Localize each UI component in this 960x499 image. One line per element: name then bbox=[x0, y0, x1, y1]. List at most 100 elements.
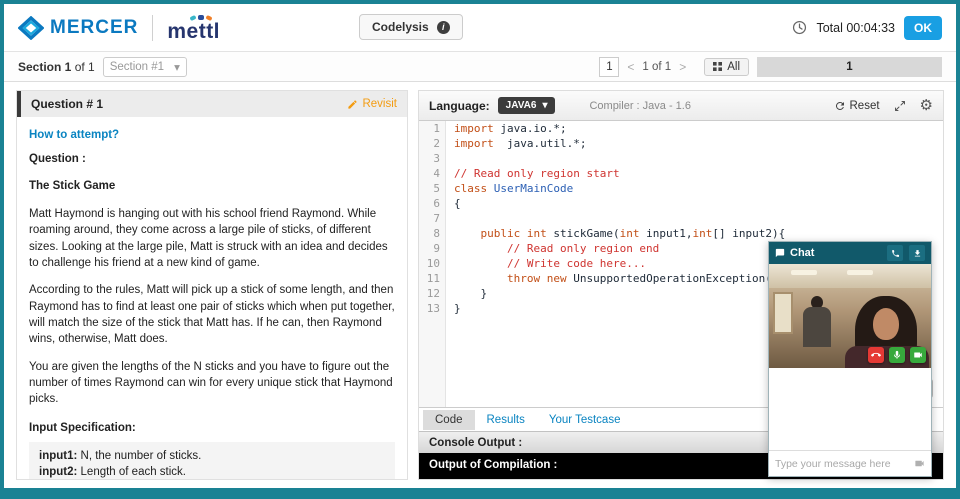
page-of-label: 1 of 1 bbox=[642, 60, 672, 73]
video-person-left-body bbox=[803, 307, 831, 347]
code-line: 5 class UserMainCode bbox=[433, 182, 574, 195]
code-line: 8 public int stickGame(int input1,int[] … bbox=[433, 227, 786, 240]
code-line: 3 bbox=[433, 152, 440, 165]
question-paragraph: Matt Haymond is hanging out with his sch… bbox=[29, 207, 388, 269]
chat-title: Chat bbox=[790, 247, 815, 259]
question-paragraph: You are given the lengths of the N stick… bbox=[29, 360, 393, 406]
section-count-bold: Section 1 bbox=[18, 59, 72, 74]
input-spec-label: Input Specification: bbox=[29, 421, 136, 434]
reset-button[interactable]: Reset bbox=[834, 100, 880, 112]
section-bar: Section 1 of 1 Section #1 ▾ 1 < 1 of 1 >… bbox=[4, 52, 956, 82]
gear-icon[interactable]: ⚙ bbox=[920, 98, 933, 113]
all-label: All bbox=[727, 60, 740, 73]
codelysis-button[interactable]: Codelysis i bbox=[359, 14, 463, 40]
top-header: MERCER mettl Codelysis i Total 00:04:33 … bbox=[4, 4, 956, 52]
chat-bubble-icon bbox=[775, 248, 785, 258]
question-header: Question # 1 Revisit bbox=[17, 91, 407, 117]
editor-tools: Reset ⚙ bbox=[834, 98, 933, 113]
code-line: 6{ bbox=[433, 197, 461, 210]
total-time: Total 00:04:33 bbox=[816, 21, 895, 35]
clock-icon bbox=[792, 20, 807, 35]
input2-label: input2: bbox=[39, 466, 78, 479]
total-time-value: 00:04:33 bbox=[846, 20, 895, 35]
compiler-label: Compiler : Java - 1.6 bbox=[589, 99, 691, 112]
language-label: Language: bbox=[429, 98, 490, 113]
question-palette-item[interactable]: 1 bbox=[846, 61, 852, 73]
section-dropdown-value: Section #1 bbox=[109, 60, 165, 73]
video-scene-ceiling bbox=[769, 264, 931, 288]
tab-your-testcase[interactable]: Your Testcase bbox=[537, 410, 633, 430]
prev-page-button[interactable]: < bbox=[627, 60, 634, 74]
codelysis-label: Codelysis bbox=[372, 20, 429, 34]
question-palette: 1 bbox=[757, 56, 942, 77]
chat-webcam-icon[interactable] bbox=[914, 458, 925, 469]
minimize-download-icon[interactable] bbox=[909, 245, 925, 261]
video-scene-light bbox=[847, 270, 873, 275]
section-dropdown[interactable]: Section #1 ▾ bbox=[102, 56, 187, 77]
input-spec-box: input1: N, the number of sticks. input2:… bbox=[29, 441, 395, 479]
info-icon[interactable]: i bbox=[436, 20, 450, 34]
mercer-logo-icon bbox=[18, 15, 44, 40]
question-title: The Stick Game bbox=[29, 179, 116, 192]
chat-header-icons bbox=[887, 245, 925, 261]
question-panel: Question # 1 Revisit How to attempt? Que… bbox=[16, 90, 408, 480]
logo-group: MERCER mettl bbox=[18, 14, 220, 42]
question-number-title: Question # 1 bbox=[31, 97, 104, 111]
video-person-right-face bbox=[873, 308, 899, 340]
video-scene-window bbox=[773, 292, 793, 334]
mettl-logo-text: mettl bbox=[167, 19, 221, 43]
revisit-button[interactable]: Revisit bbox=[347, 98, 397, 110]
code-line: 1 import java.io.*; bbox=[433, 122, 567, 135]
tab-results[interactable]: Results bbox=[475, 410, 537, 430]
total-label: Total bbox=[816, 20, 843, 35]
input1-text: N, the number of sticks. bbox=[77, 449, 202, 462]
editor-header: Language: JAVA6 ▾ Compiler : Java - 1.6 … bbox=[419, 91, 943, 121]
revisit-label: Revisit bbox=[362, 98, 397, 110]
video-scene-light bbox=[791, 270, 817, 275]
input1-label: input1: bbox=[39, 449, 78, 462]
how-to-attempt-link[interactable]: How to attempt? bbox=[29, 127, 395, 143]
chat-input[interactable] bbox=[775, 457, 910, 470]
reset-label: Reset bbox=[849, 99, 880, 112]
grid-icon bbox=[713, 62, 723, 71]
mettl-logo: mettl bbox=[167, 14, 220, 42]
code-line: 4// Read only region start bbox=[433, 167, 620, 180]
ok-button[interactable]: OK bbox=[904, 15, 942, 40]
fullscreen-icon[interactable] bbox=[894, 100, 906, 112]
header-right: Total 00:04:33 OK bbox=[792, 15, 942, 40]
call-icon[interactable] bbox=[887, 245, 903, 261]
code-line: 7 bbox=[433, 212, 440, 225]
chat-window: Chat bbox=[768, 241, 932, 477]
language-dropdown[interactable]: JAVA6 ▾ bbox=[497, 97, 556, 114]
pencil-icon bbox=[347, 99, 358, 110]
next-page-button[interactable]: > bbox=[679, 60, 686, 74]
chat-input-row bbox=[769, 450, 931, 476]
chevron-down-icon: ▾ bbox=[174, 61, 180, 74]
mercer-logo: MERCER bbox=[18, 15, 139, 40]
proctoring-video-feed bbox=[769, 264, 931, 368]
section-count-label: Section 1 of 1 bbox=[18, 60, 95, 74]
all-questions-toggle[interactable]: All bbox=[704, 57, 749, 76]
input2-text: Length of each stick. bbox=[77, 466, 187, 479]
chevron-down-icon: ▾ bbox=[542, 100, 548, 111]
section-count-rest: of 1 bbox=[71, 59, 95, 74]
question-label: Question : bbox=[29, 153, 86, 166]
logo-divider bbox=[152, 14, 154, 41]
input-spec-row: input1: N, the number of sticks. bbox=[39, 448, 385, 464]
video-controls bbox=[868, 347, 926, 363]
refresh-icon bbox=[834, 100, 846, 112]
pagination: 1 < 1 of 1 > All 1 bbox=[599, 56, 942, 77]
question-paragraph: According to the rules, Matt will pick u… bbox=[29, 284, 395, 346]
code-line: 2 import java.util.*; bbox=[433, 137, 587, 150]
language-value: JAVA6 bbox=[505, 100, 537, 111]
mic-button[interactable] bbox=[889, 347, 905, 363]
mercer-logo-text: MERCER bbox=[50, 16, 139, 38]
camera-button[interactable] bbox=[910, 347, 926, 363]
end-call-button[interactable] bbox=[868, 347, 884, 363]
question-body: How to attempt? Question : The Stick Gam… bbox=[17, 117, 407, 479]
chat-header[interactable]: Chat bbox=[769, 242, 931, 264]
input-spec-row: input2: Length of each stick. bbox=[39, 464, 385, 479]
chat-messages-area bbox=[769, 368, 931, 450]
tab-code[interactable]: Code bbox=[423, 409, 475, 430]
question-page-box[interactable]: 1 bbox=[599, 56, 620, 77]
